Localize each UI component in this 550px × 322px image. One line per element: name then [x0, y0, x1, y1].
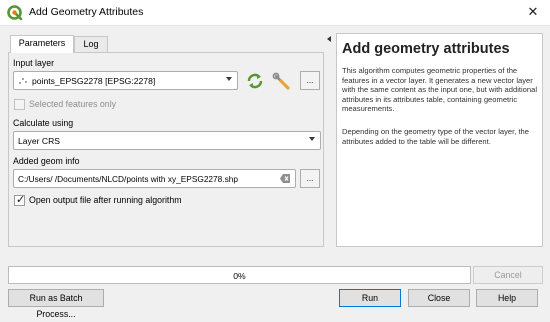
- calculate-using-combo[interactable]: Layer CRS: [13, 131, 321, 150]
- window-title: Add Geometry Attributes: [29, 6, 144, 18]
- calculate-using-value: Layer CRS: [18, 136, 61, 146]
- qgis-logo-icon: [7, 5, 23, 21]
- input-layer-combo[interactable]: points_EPSG2278 [EPSG:2278]: [13, 71, 238, 90]
- tab-log[interactable]: Log: [74, 36, 108, 53]
- help-paragraph-2: Depending on the geometry type of the ve…: [342, 127, 530, 146]
- tab-parameters[interactable]: Parameters: [10, 35, 74, 53]
- help-paragraph-1: This algorithm computes geometric proper…: [342, 66, 538, 114]
- help-button[interactable]: Help: [476, 289, 538, 307]
- output-path-value: C:/Users/ /Documents/NLCD/points with xy…: [18, 174, 238, 184]
- checkmark-icon: ✓: [16, 194, 26, 206]
- advanced-options-wrench-icon[interactable]: [272, 72, 292, 92]
- added-geom-info-field[interactable]: C:/Users/ /Documents/NLCD/points with xy…: [13, 169, 296, 188]
- help-panel: Add geometry attributes This algorithm c…: [336, 33, 543, 247]
- chevron-down-icon: [226, 77, 232, 81]
- open-output-checkbox[interactable]: ✓: [14, 194, 26, 206]
- run-as-batch-button[interactable]: Run as Batch Process...: [8, 289, 104, 319]
- iterate-features-icon[interactable]: [246, 72, 264, 90]
- input-layer-browse-button[interactable]: ...: [300, 71, 320, 90]
- output-browse-button[interactable]: ...: [300, 169, 320, 188]
- open-output-label: Open output file after running algorithm: [29, 195, 182, 205]
- close-window-icon[interactable]: ✕: [522, 2, 544, 22]
- run-button[interactable]: Run: [339, 289, 401, 307]
- help-title: Add geometry attributes: [342, 41, 510, 57]
- progress-bar: 0%: [8, 266, 471, 284]
- title-bar: Add Geometry Attributes ✕: [0, 0, 550, 26]
- chevron-down-icon: [309, 137, 315, 141]
- added-geom-info-label: Added geom info: [13, 156, 80, 166]
- progress-text: 0%: [233, 271, 246, 281]
- close-button[interactable]: Close: [408, 289, 470, 307]
- selected-features-checkbox[interactable]: [14, 99, 25, 110]
- calculate-using-label: Calculate using: [13, 118, 74, 128]
- selected-features-label: Selected features only: [29, 99, 117, 109]
- point-layer-icon: [19, 78, 27, 84]
- input-layer-label: Input layer: [13, 58, 55, 68]
- input-layer-value: points_EPSG2278 [EPSG:2278]: [32, 76, 156, 86]
- collapse-help-icon[interactable]: [327, 36, 331, 42]
- cancel-button[interactable]: Cancel: [473, 266, 543, 284]
- clear-field-icon[interactable]: [280, 174, 290, 183]
